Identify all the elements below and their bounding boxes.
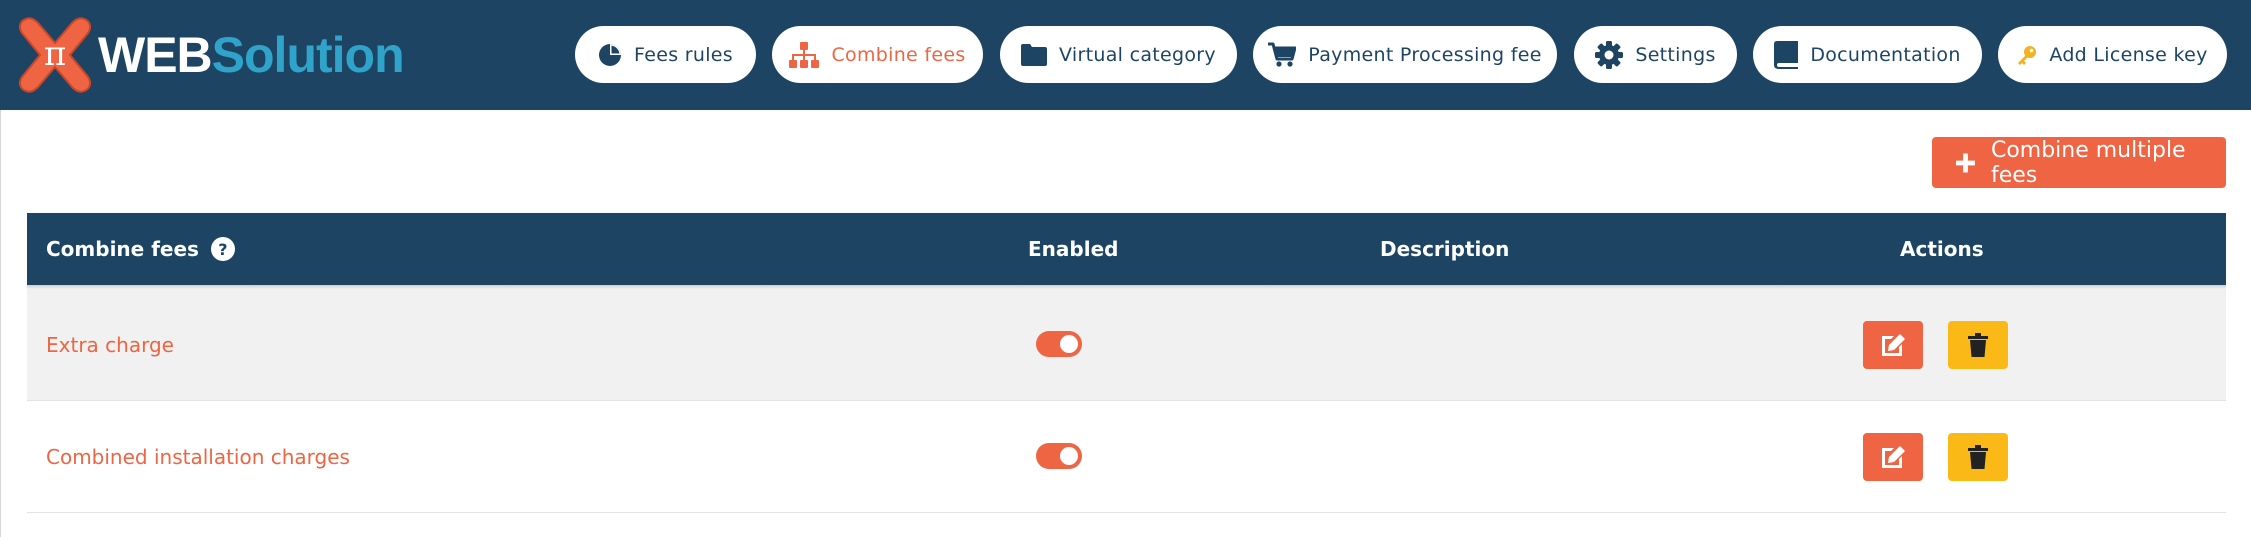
nav-label: Payment Processing fee — [1308, 43, 1542, 66]
cart-icon — [1268, 42, 1297, 67]
nav-add-license-key[interactable]: Add License key — [1998, 26, 2227, 83]
delete-button[interactable] — [1948, 433, 2008, 481]
combine-multiple-fees-button[interactable]: Combine multiple fees — [1932, 137, 2226, 188]
edit-icon — [1882, 334, 1905, 356]
brand-name: WEBSolution — [98, 27, 405, 83]
table-row: Combined installation charges — [27, 401, 2226, 513]
header-actions: Actions — [1900, 237, 1984, 261]
table-header: Combine fees ? Enabled Description Actio… — [27, 213, 2226, 285]
enabled-toggle[interactable] — [1036, 331, 1082, 357]
nav-fees-rules[interactable]: Fees rules — [575, 26, 756, 83]
combine-button-label: Combine multiple fees — [1990, 137, 2186, 188]
nav-documentation[interactable]: Documentation — [1753, 26, 1982, 83]
toggle-knob — [1060, 447, 1078, 465]
nav-label: Documentation — [1810, 43, 1961, 66]
nav-combine-fees[interactable]: Combine fees — [772, 26, 983, 83]
trash-icon — [1968, 445, 1988, 469]
key-icon — [2018, 45, 2037, 65]
content-left-border — [0, 110, 1, 537]
top-navigation-bar: π WEBSolution Fees rules Combine fees Vi… — [0, 0, 2251, 110]
trash-icon — [1968, 333, 1988, 357]
edit-icon — [1882, 446, 1905, 468]
nav-label: Fees rules — [634, 43, 733, 66]
sitemap-icon — [789, 41, 820, 68]
help-icon[interactable]: ? — [210, 237, 235, 261]
folder-icon — [1021, 43, 1048, 66]
enabled-toggle[interactable] — [1036, 443, 1082, 469]
toggle-knob — [1060, 335, 1078, 353]
nav-virtual-category[interactable]: Virtual category — [1000, 26, 1237, 83]
header-combine-fees: Combine fees ? — [46, 213, 235, 285]
fee-name-link[interactable]: Combined installation charges — [46, 401, 350, 512]
websolution-logo[interactable]: π WEBSolution — [16, 14, 405, 96]
nav-label: Add License key — [2049, 43, 2208, 66]
pie-chart-icon — [599, 43, 622, 66]
svg-text:π: π — [44, 34, 66, 74]
book-icon — [1774, 40, 1799, 69]
nav-label: Combine fees — [831, 43, 966, 66]
edit-button[interactable] — [1863, 321, 1923, 369]
delete-button[interactable] — [1948, 321, 2008, 369]
pi-logo-icon: π — [16, 15, 94, 95]
nav-label: Virtual category — [1059, 43, 1216, 66]
nav-settings[interactable]: Settings — [1574, 26, 1737, 83]
fee-name-link[interactable]: Extra charge — [46, 289, 174, 400]
plus-icon — [1956, 153, 1975, 172]
table-row: Extra charge — [27, 289, 2226, 401]
gear-icon — [1595, 40, 1624, 69]
header-enabled: Enabled — [1028, 237, 1119, 261]
nav-payment-processing-fee[interactable]: Payment Processing fee — [1253, 26, 1557, 83]
header-description: Description — [1380, 237, 1510, 261]
nav-label: Settings — [1635, 43, 1716, 66]
edit-button[interactable] — [1863, 433, 1923, 481]
combine-fees-table: Combine fees ? Enabled Description Actio… — [27, 213, 2226, 513]
